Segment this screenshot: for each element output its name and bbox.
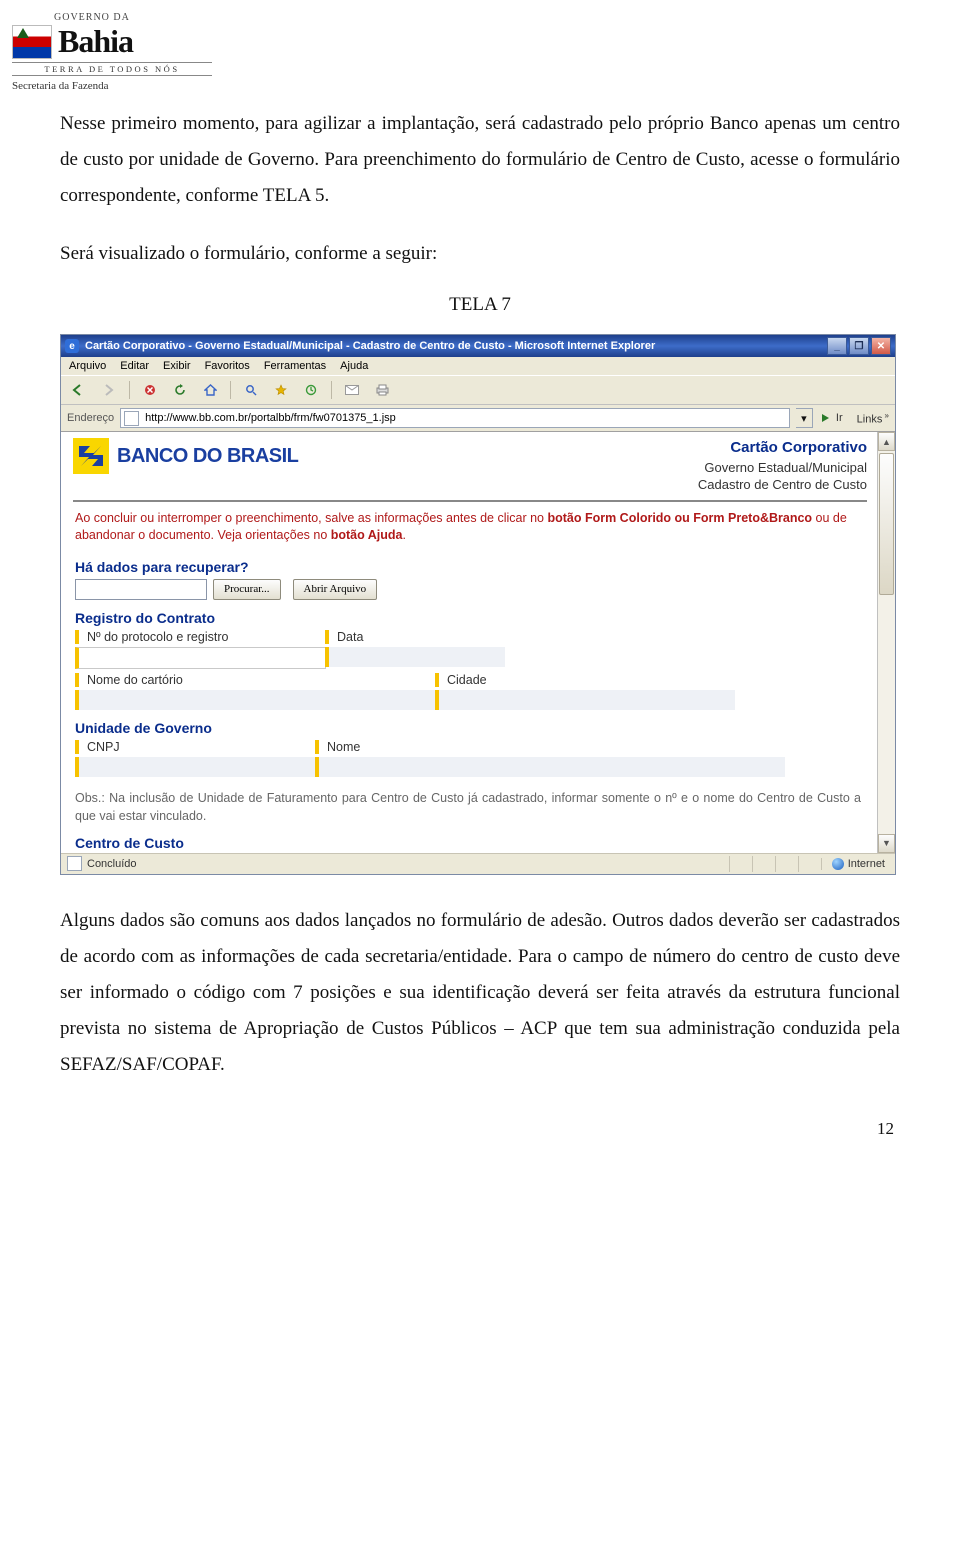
menu-ajuda[interactable]: Ajuda xyxy=(340,360,368,372)
paragraph-3: Alguns dados são comuns aos dados lançad… xyxy=(60,903,900,1083)
paragraph-2: Será visualizado o formulário, conforme … xyxy=(60,236,900,272)
history-button[interactable] xyxy=(299,379,323,401)
print-button[interactable] xyxy=(370,379,394,401)
input-cidade[interactable] xyxy=(435,690,735,710)
vertical-scrollbar[interactable]: ▲ ▼ xyxy=(877,432,895,853)
menu-arquivo[interactable]: Arquivo xyxy=(69,360,106,372)
sec-unidade: Unidade de Governo xyxy=(75,720,867,736)
meta-line-2: Governo Estadual/Municipal xyxy=(698,459,867,477)
search-button[interactable] xyxy=(239,379,263,401)
bb-logo: BANCO DO BRASIL xyxy=(73,438,298,474)
recover-title: Há dados para recuperar? xyxy=(75,559,867,575)
menu-editar[interactable]: Editar xyxy=(120,360,149,372)
address-label: Endereço xyxy=(67,412,114,424)
paragraph-1: Nesse primeiro momento, para agilizar a … xyxy=(60,106,900,214)
menu-favoritos[interactable]: Favoritos xyxy=(205,360,250,372)
close-button[interactable]: ✕ xyxy=(871,337,891,355)
input-cnpj[interactable] xyxy=(75,757,315,777)
internet-zone-icon xyxy=(832,858,844,870)
sub-org: Secretaria da Fazenda xyxy=(12,80,212,92)
file-path-input[interactable] xyxy=(75,579,207,600)
bahia-flag-icon xyxy=(12,25,52,59)
warning-text: Ao concluir ou interromper o preenchimen… xyxy=(75,510,859,545)
meta-title: Cartão Corporativo xyxy=(698,438,867,458)
bb-mark-icon xyxy=(73,438,109,474)
page-meta: Cartão Corporativo Governo Estadual/Muni… xyxy=(698,438,867,493)
lbl-cidade: Cidade xyxy=(435,673,735,687)
sec-registro: Registro do Contrato xyxy=(75,610,867,626)
meta-line-3: Cadastro de Centro de Custo xyxy=(698,476,867,494)
input-nome[interactable] xyxy=(315,757,785,777)
toolbar xyxy=(61,375,895,405)
scroll-down-button[interactable]: ▼ xyxy=(878,834,895,853)
window-title: Cartão Corporativo - Governo Estadual/Mu… xyxy=(85,340,655,352)
address-input[interactable] xyxy=(143,411,786,425)
bahia-wordmark: Bahia xyxy=(58,23,133,60)
ie-logo-icon: e xyxy=(65,339,79,353)
input-data[interactable] xyxy=(325,647,505,667)
scroll-thumb[interactable] xyxy=(879,453,894,595)
address-dropdown[interactable]: ▾ xyxy=(796,408,813,428)
menu-ferramentas[interactable]: Ferramentas xyxy=(264,360,326,372)
lbl-nome: Nome xyxy=(315,740,785,754)
ie-window: e Cartão Corporativo - Governo Estadual/… xyxy=(60,334,896,875)
input-protocolo[interactable] xyxy=(75,647,326,669)
forward-button[interactable] xyxy=(97,379,121,401)
maximize-button[interactable]: ❐ xyxy=(849,337,869,355)
refresh-button[interactable] xyxy=(168,379,192,401)
obs-text: Obs.: Na inclusão de Unidade de Faturame… xyxy=(75,789,861,825)
gov-label: GOVERNO DA xyxy=(54,12,212,23)
address-field[interactable] xyxy=(120,408,790,428)
links-button[interactable]: Links » xyxy=(857,411,889,426)
go-button[interactable]: Ir xyxy=(819,411,843,425)
titlebar: e Cartão Corporativo - Governo Estadual/… xyxy=(61,335,895,357)
back-button[interactable] xyxy=(67,379,91,401)
lbl-protocolo: Nº do protocolo e registro xyxy=(75,630,325,644)
bb-wordmark: BANCO DO BRASIL xyxy=(117,445,298,468)
lbl-cnpj: CNPJ xyxy=(75,740,315,754)
page-icon xyxy=(67,856,82,871)
sec-centro: Centro de Custo xyxy=(75,835,867,851)
gov-tagline: TERRA DE TODOS NÓS xyxy=(12,62,212,76)
status-zone: Internet xyxy=(848,858,885,870)
menu-exibir[interactable]: Exibir xyxy=(163,360,191,372)
status-done: Concluído xyxy=(87,858,137,870)
minimize-button[interactable]: _ xyxy=(827,337,847,355)
scroll-track[interactable] xyxy=(878,451,895,834)
scroll-up-button[interactable]: ▲ xyxy=(878,432,895,451)
address-bar: Endereço ▾ Ir Links » xyxy=(61,405,895,432)
page-icon xyxy=(124,411,139,426)
input-cartorio[interactable] xyxy=(75,690,435,710)
stop-button[interactable] xyxy=(138,379,162,401)
mail-button[interactable] xyxy=(340,379,364,401)
home-button[interactable] xyxy=(198,379,222,401)
lbl-data: Data xyxy=(325,630,505,644)
page-number: 12 xyxy=(60,1119,900,1139)
gov-header: GOVERNO DA Bahia TERRA DE TODOS NÓS Secr… xyxy=(12,12,212,92)
browse-button[interactable]: Procurar... xyxy=(213,579,281,600)
status-bar: Concluído Internet xyxy=(61,853,895,874)
lbl-cartorio: Nome do cartório xyxy=(75,673,435,687)
favorites-button[interactable] xyxy=(269,379,293,401)
open-file-button[interactable]: Abrir Arquivo xyxy=(293,579,378,600)
tela-label: TELA 7 xyxy=(60,294,900,316)
menubar: Arquivo Editar Exibir Favoritos Ferramen… xyxy=(61,357,895,375)
